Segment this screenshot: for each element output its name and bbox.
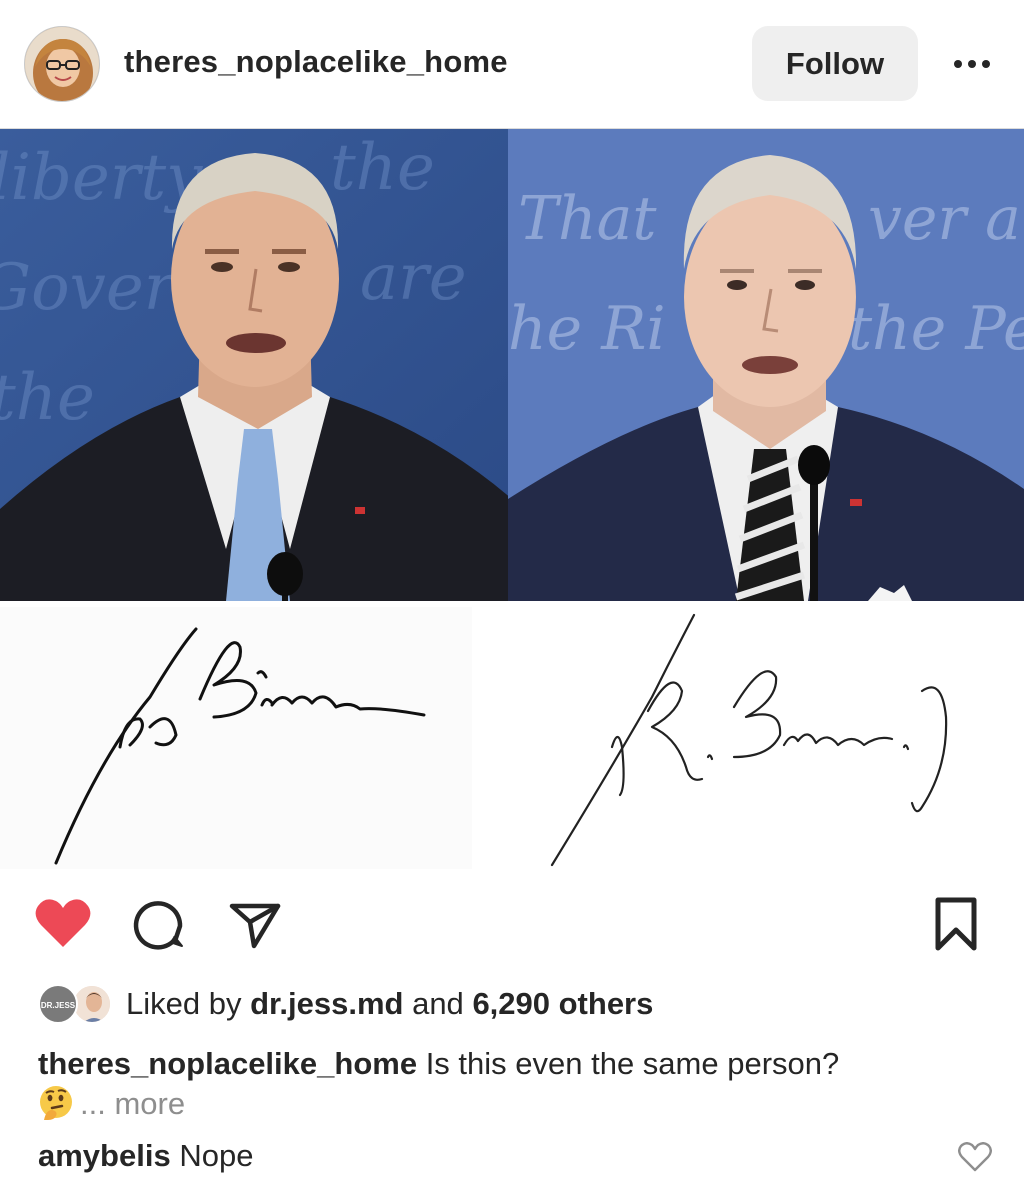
- svg-text:ver an: ver an: [868, 184, 1024, 254]
- svg-text:the: the: [330, 131, 435, 205]
- svg-text:liberty: liberty: [0, 141, 203, 215]
- post-header: theres_noplacelike_home Follow: [0, 0, 1024, 129]
- save-button[interactable]: [926, 894, 986, 954]
- follow-button[interactable]: Follow: [752, 26, 918, 101]
- likes-prefix: Liked by: [126, 986, 242, 1021]
- likes-count-link[interactable]: 6,290 others: [472, 986, 653, 1021]
- heart-outline-icon: [958, 1142, 992, 1172]
- more-options-icon[interactable]: [944, 44, 1000, 84]
- comment-row: amybelis Nope: [38, 1138, 253, 1174]
- likes-connector: and: [412, 986, 464, 1021]
- svg-text:are: are: [360, 241, 467, 315]
- likes-text: Liked by dr.jess.md and 6,290 others: [126, 986, 653, 1022]
- thinking-face-emoji-icon: [40, 1086, 72, 1120]
- caption-text: Is this even the same person?: [425, 1046, 840, 1081]
- likes-summary[interactable]: DR.JESS Liked by dr.jess.md and 6,290 ot…: [38, 980, 988, 1030]
- comment-like-button[interactable]: [958, 1142, 994, 1174]
- post-image[interactable]: liberty the Govern are the That ver a he…: [0, 129, 1024, 869]
- caption-username[interactable]: theres_noplacelike_home: [38, 1046, 417, 1081]
- heart-icon: [35, 899, 91, 947]
- first-liker-link[interactable]: dr.jess.md: [250, 986, 403, 1021]
- comment-text: Nope: [179, 1138, 254, 1173]
- like-button[interactable]: [32, 892, 94, 954]
- share-button[interactable]: [224, 894, 284, 954]
- left-debate-photo: liberty the Govern are the: [0, 129, 512, 601]
- comment-button[interactable]: [128, 894, 188, 954]
- svg-text:That: That: [518, 184, 657, 254]
- svg-text:he Ri: he Ri: [508, 294, 666, 364]
- bookmark-icon: [935, 897, 977, 951]
- comment-icon: [133, 901, 183, 950]
- comment-username[interactable]: amybelis: [38, 1138, 171, 1173]
- post-username[interactable]: theres_noplacelike_home: [124, 44, 508, 80]
- profile-photo-icon: [25, 27, 99, 101]
- liker-avatar-second[interactable]: [72, 984, 112, 1024]
- send-icon: [229, 903, 281, 949]
- right-signature-image: [472, 607, 1024, 869]
- caption-more-link[interactable]: ... more: [80, 1086, 185, 1121]
- liker-avatar-drjess[interactable]: DR.JESS: [38, 984, 78, 1024]
- svg-text:the Pe: the Pe: [848, 294, 1024, 364]
- post-caption: theres_noplacelike_home Is this even the…: [38, 1044, 988, 1124]
- right-debate-photo: That ver an he Ri the Pe: [508, 129, 1024, 601]
- liker-avatar-label: DR.JESS: [40, 1001, 76, 1010]
- left-signature-image: [0, 607, 472, 869]
- svg-text:the: the: [0, 361, 95, 435]
- person-avatar-icon: [74, 986, 110, 1022]
- profile-avatar[interactable]: [24, 26, 100, 102]
